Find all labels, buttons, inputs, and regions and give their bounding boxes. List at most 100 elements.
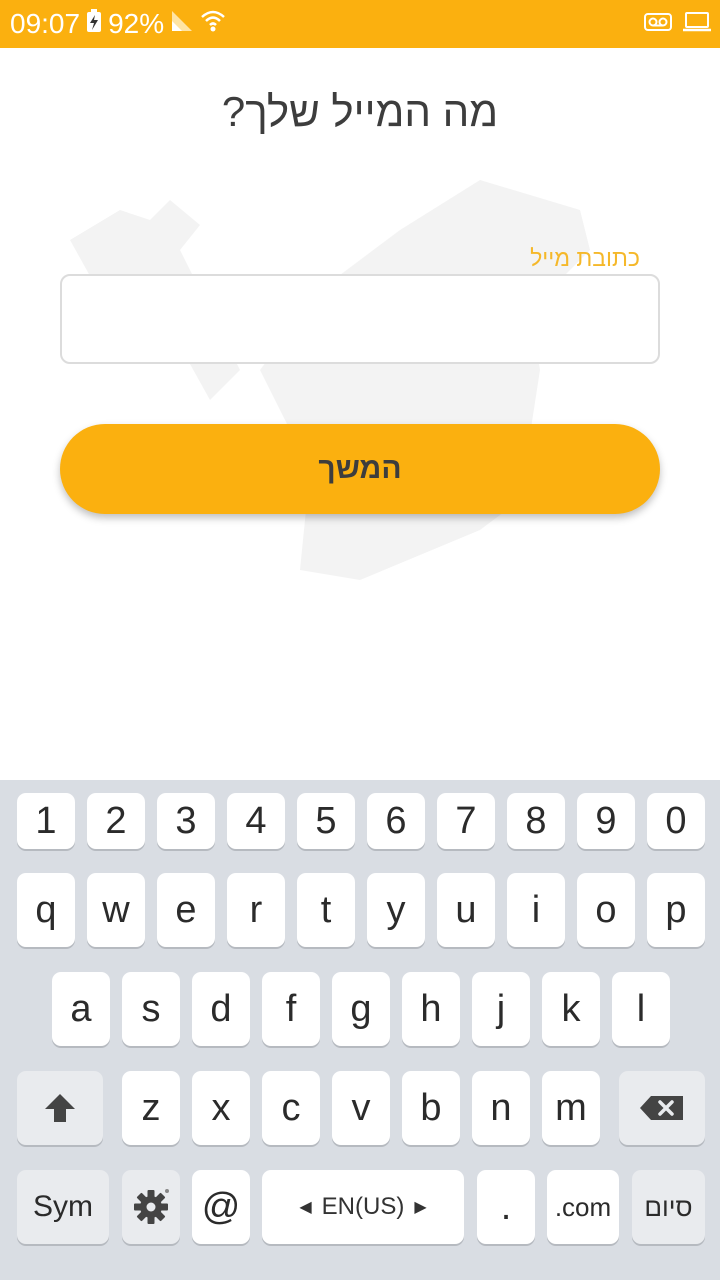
key-f[interactable]: f [262,972,320,1046]
key-c[interactable]: c [262,1071,320,1145]
key-label: g [350,987,372,1030]
key-label: m [555,1086,587,1129]
key-9[interactable]: 9 [577,793,635,849]
key-label: t [320,888,332,931]
key-label: h [420,987,442,1030]
email-label: כתובת מייל [530,245,640,271]
on-screen-keyboard: 1 2 3 4 5 6 7 8 9 0 q w e r t y u i o p … [0,780,720,1280]
key-s[interactable]: s [122,972,180,1046]
key-b[interactable]: b [402,1071,460,1145]
key-label: 8 [525,799,547,842]
key-label: i [531,888,541,931]
key-3[interactable]: 3 [157,793,215,849]
key-x[interactable]: x [192,1071,250,1145]
key-r[interactable]: r [227,873,285,947]
key-label: סיום [644,1191,693,1222]
key-1[interactable]: 1 [17,793,75,849]
at-key[interactable]: @ [192,1170,250,1244]
email-field[interactable] [60,274,660,364]
key-7[interactable]: 7 [437,793,495,849]
period-key[interactable]: . [477,1170,535,1244]
key-label: s [141,987,161,1030]
key-h[interactable]: h [402,972,460,1046]
key-label: 7 [455,799,477,842]
continue-button[interactable]: המשך [60,424,660,514]
key-6[interactable]: 6 [367,793,425,849]
caret-right-icon: ▶ [414,1199,427,1216]
key-label: .com [554,1191,612,1222]
language-spacebar[interactable]: ◀ EN(US) ▶ [262,1170,464,1244]
key-v[interactable]: v [332,1071,390,1145]
key-label: 4 [245,799,267,842]
key-o[interactable]: o [577,873,635,947]
key-n[interactable]: n [472,1071,530,1145]
key-label: 6 [385,799,407,842]
shift-icon [45,1094,75,1122]
key-t[interactable]: t [297,873,355,947]
key-i[interactable]: i [507,873,565,947]
key-j[interactable]: j [472,972,530,1046]
key-0[interactable]: 0 [647,793,705,849]
key-label: p [665,888,687,931]
key-e[interactable]: e [157,873,215,947]
key-label: z [141,1086,161,1129]
key-label: @ [201,1185,241,1228]
key-label: j [496,987,506,1030]
key-label: y [386,888,406,931]
key-label: u [455,888,477,931]
key-5[interactable]: 5 [297,793,355,849]
key-d[interactable]: d [192,972,250,1046]
key-q[interactable]: q [17,873,75,947]
clock: 09:07 [10,8,81,39]
page-title: מה המייל שלך? [221,88,499,135]
key-m[interactable]: m [542,1071,600,1145]
continue-button-label: המשך [318,452,402,485]
key-label: 0 [665,799,687,842]
done-key[interactable]: סיום [632,1170,705,1244]
key-label: d [210,987,232,1030]
key-label: 5 [315,799,337,842]
key-label: v [351,1086,371,1129]
status-bar: 09:07 92% [0,0,720,48]
backspace-icon [640,1096,683,1120]
key-label: r [249,888,263,931]
key-z[interactable]: z [122,1071,180,1145]
symbols-key[interactable]: Sym [17,1170,109,1244]
key-g[interactable]: g [332,972,390,1046]
key-label: 9 [595,799,617,842]
key-2[interactable]: 2 [87,793,145,849]
key-w[interactable]: w [87,873,145,947]
key-label: f [285,987,297,1030]
dotcom-key[interactable]: .com [547,1170,619,1244]
caret-left-icon: ◀ [299,1199,312,1216]
key-p[interactable]: p [647,873,705,947]
key-label: 1 [35,799,57,842]
key-label: 2 [105,799,127,842]
key-label: w [102,888,130,931]
key-a[interactable]: a [52,972,110,1046]
key-l[interactable]: l [612,972,670,1046]
key-k[interactable]: k [542,972,600,1046]
key-8[interactable]: 8 [507,793,565,849]
laptop-icon [682,11,712,38]
backspace-key[interactable] [619,1071,705,1145]
wifi-icon [200,8,226,40]
key-4[interactable]: 4 [227,793,285,849]
key-label: b [420,1086,442,1129]
key-label: o [595,888,617,931]
key-label: 3 [175,799,197,842]
key-label: n [490,1086,512,1129]
key-label: c [281,1086,301,1129]
key-label: Sym [33,1190,93,1223]
settings-key[interactable] [122,1170,180,1244]
key-label: q [35,888,57,931]
key-u[interactable]: u [437,873,495,947]
key-label: . [500,1185,512,1228]
key-y[interactable]: y [367,873,425,947]
voicemail-icon [644,12,672,37]
key-label: k [561,987,581,1030]
signal-icon [170,8,194,40]
shift-key[interactable] [17,1071,103,1145]
key-label: l [636,987,646,1030]
key-label: x [211,1086,231,1129]
